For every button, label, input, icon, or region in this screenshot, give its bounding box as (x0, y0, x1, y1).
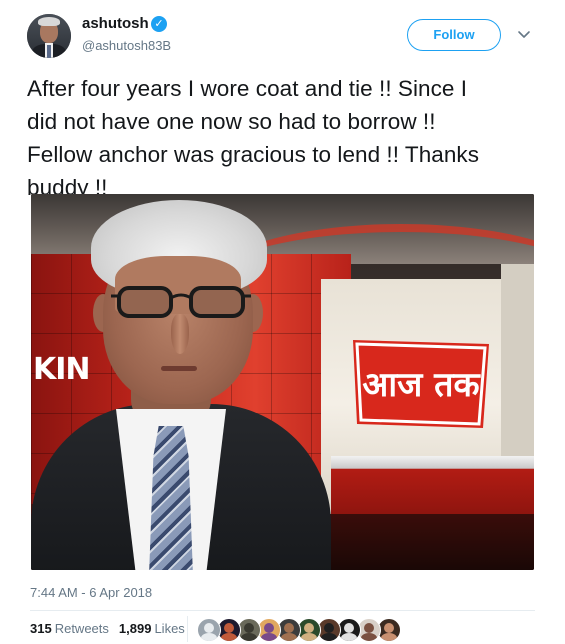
tweet-timestamp[interactable]: 7:44 AM - 6 Apr 2018 (30, 585, 152, 601)
author-name[interactable]: ashutosh (82, 15, 149, 33)
likes-stat[interactable]: 1,899 Likes (119, 621, 185, 636)
likes-count: 1,899 (118, 621, 152, 636)
author-handle[interactable]: @ashutosh83B (82, 38, 171, 54)
verified-badge-icon: ✓ (151, 16, 167, 32)
likes-label: Likes (154, 621, 185, 636)
stats-separator (187, 616, 188, 642)
channel-logo-text: आज तक (362, 365, 481, 405)
tweet-photo[interactable]: KIN आज तक (31, 194, 534, 570)
glasses-icon (111, 286, 251, 318)
tweet-card: ashutosh ✓ @ashutosh83B Follow After fou… (0, 0, 565, 644)
aaj-tak-logo: आज तक (353, 340, 489, 428)
tweet-text: After four years I wore coat and tie !! … (27, 76, 480, 200)
studio-desk (331, 456, 534, 518)
retweets-label: Retweets (54, 621, 109, 636)
person-tie (149, 426, 193, 570)
retweets-count: 315 (30, 621, 52, 636)
tweet-stats: 315 Retweets 1,899 Likes (30, 621, 185, 637)
divider (30, 610, 535, 611)
studio-sign-text: KIN (33, 352, 91, 387)
author-avatar[interactable] (27, 14, 71, 58)
follow-button[interactable]: Follow (407, 19, 501, 51)
retweets-stat[interactable]: 315 Retweets (30, 621, 109, 636)
liker-avatar-1[interactable] (197, 618, 221, 642)
chevron-down-icon[interactable] (517, 30, 531, 40)
